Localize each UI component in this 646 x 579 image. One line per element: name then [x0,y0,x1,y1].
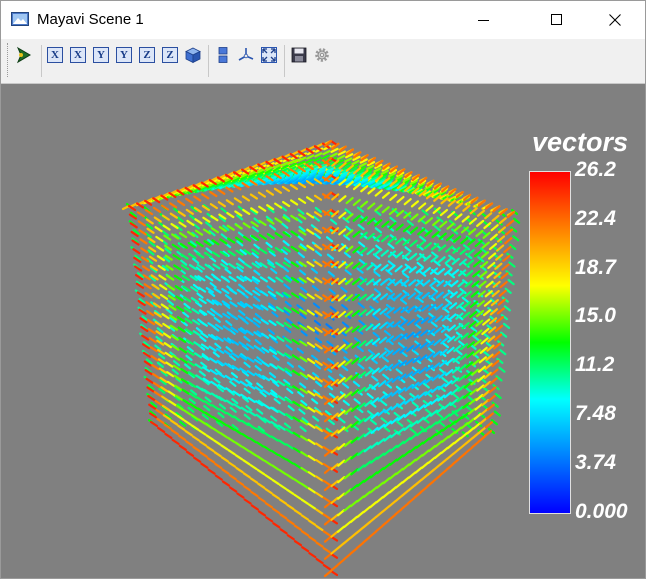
view-minus-y-button[interactable]: Y [91,45,111,65]
toolbar-grip[interactable] [7,43,11,77]
vector-glyph-group [121,139,521,578]
view-minus-x-icon: X [47,47,63,63]
configure-scene-icon [315,48,329,62]
colorbar [529,171,571,514]
toolbar-separator [41,45,42,77]
close-icon [609,14,621,26]
colorbar-label: 7.48 [575,402,616,425]
toolbar-separator [208,45,209,77]
maximize-icon [551,14,562,25]
view-minus-z-icon: Z [139,47,155,63]
isometric-view-icon [185,47,201,64]
close-button[interactable] [592,1,638,39]
colorbar-label: 0.000 [575,500,628,523]
view-plus-x-icon: X [70,47,86,63]
configure-scene-button[interactable] [312,45,332,65]
scene-toolbar: X X Y Y Z Z [1,39,645,84]
colorbar-label: 26.2 [575,158,616,181]
minimize-button[interactable] [461,1,507,39]
view-plus-z-button[interactable]: Z [160,45,180,65]
toggle-axes-indicator-button[interactable] [236,45,256,65]
toggle-parallel-projection-button[interactable] [213,45,233,65]
app-icon [11,12,29,26]
save-icon [291,47,307,63]
full-screen-button[interactable] [259,45,279,65]
full-screen-icon [261,47,277,63]
isometric-view-button[interactable] [183,45,203,65]
view-plus-z-icon: Z [162,47,178,63]
view-plus-x-button[interactable]: X [68,45,88,65]
view-plus-y-icon: Y [116,47,132,63]
colorbar-label: 18.7 [575,256,616,279]
view-minus-y-icon: Y [93,47,109,63]
window-title: Mayavi Scene 1 [37,11,144,28]
colorbar-label: 15.0 [575,304,616,327]
maximize-button[interactable] [534,1,580,39]
mayavi-window: Mayavi Scene 1 X X Y Y Z Z vectors 26.2 … [0,0,646,579]
render-viewport[interactable]: vectors 26.2 22.4 18.7 15.0 11.2 7.48 3.… [1,84,645,578]
mayavi-pipeline-icon [16,46,31,64]
colorbar-label: 3.74 [575,451,616,474]
colorbar-label: 11.2 [575,353,615,376]
title-bar[interactable]: Mayavi Scene 1 [1,1,645,39]
view-minus-x-button[interactable]: X [45,45,65,65]
colorbar-title: vectors [532,127,629,157]
toggle-parallel-projection-icon [218,47,228,63]
minimize-icon [478,20,489,21]
toggle-axes-indicator-icon [238,48,254,61]
view-plus-y-button[interactable]: Y [114,45,134,65]
save-button[interactable] [289,45,309,65]
view-minus-z-button[interactable]: Z [137,45,157,65]
toolbar-separator [284,45,285,77]
colorbar-label: 22.4 [575,207,616,230]
mayavi-pipeline-button[interactable] [14,45,34,65]
